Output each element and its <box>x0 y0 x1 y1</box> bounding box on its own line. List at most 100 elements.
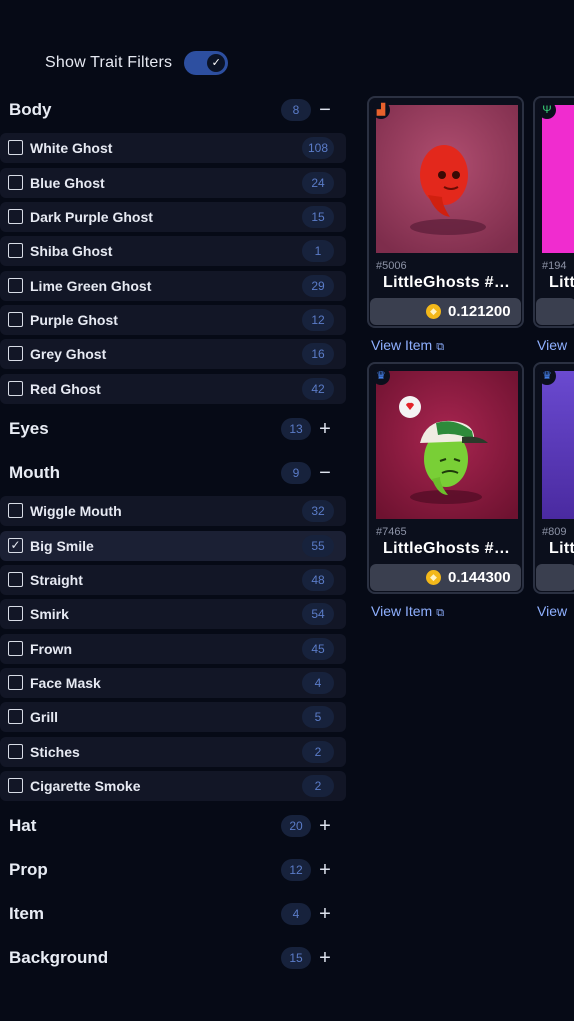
expand-icon[interactable]: + <box>316 947 334 969</box>
view-item-link[interactable]: View <box>537 337 567 353</box>
view-item-link[interactable]: View Item ⧉ <box>371 603 444 620</box>
trait-checkbox-checked[interactable]: ✓ <box>8 538 23 553</box>
trait-row[interactable]: Blue Ghost 24 <box>0 168 346 198</box>
card-title: Litt <box>549 274 574 291</box>
toggle-label: Show Trait Filters <box>45 53 173 71</box>
trait-row[interactable]: Face Mask 4 <box>0 668 346 698</box>
trait-row[interactable]: Lime Green Ghost 29 <box>0 271 346 301</box>
trait-row[interactable]: Smirk 54 <box>0 599 346 629</box>
view-item-label: View Item <box>371 337 433 353</box>
price-bar <box>536 298 574 325</box>
trait-name: Frown <box>30 641 72 657</box>
view-item-label: View Item <box>371 603 433 619</box>
trait-row[interactable]: Grill 5 <box>0 702 346 732</box>
trait-count-badge: 55 <box>302 535 334 557</box>
rarity-badge-icon: ♛ <box>538 367 556 385</box>
trait-name: Wiggle Mouth <box>30 503 122 519</box>
group-header-background[interactable]: Background 15 + <box>0 941 346 975</box>
trait-name: Straight <box>30 572 83 588</box>
trait-count-badge: 16 <box>302 343 334 365</box>
trait-row[interactable]: White Ghost 108 <box>0 133 346 163</box>
trait-count-badge: 29 <box>302 275 334 297</box>
external-link-icon: ⧉ <box>436 341 445 353</box>
group-header-item[interactable]: Item 4 + <box>0 897 346 931</box>
trait-checkbox[interactable] <box>8 312 23 327</box>
trait-count-badge: 45 <box>302 638 334 660</box>
trait-count-badge: 15 <box>302 206 334 228</box>
nft-image <box>542 105 574 253</box>
price-bar: ◆ 0.121200 <box>370 298 521 325</box>
group-header-prop[interactable]: Prop 12 + <box>0 853 346 887</box>
trait-checkbox[interactable] <box>8 209 23 224</box>
trait-row[interactable]: Cigarette Smoke 2 <box>0 771 346 801</box>
trait-checkbox[interactable] <box>8 175 23 190</box>
view-item-link[interactable]: View <box>537 603 567 619</box>
group-header-eyes[interactable]: Eyes 13 + <box>0 412 346 446</box>
expand-icon[interactable]: + <box>316 418 334 440</box>
group-name: Item <box>9 904 44 923</box>
collapse-icon[interactable]: − <box>316 462 334 484</box>
trait-checkbox[interactable] <box>8 778 23 793</box>
group-name: Mouth <box>9 463 60 482</box>
nft-card-partial[interactable]: Ψ #194 Litt <box>533 96 574 328</box>
nft-card[interactable]: ♛ #7465 LittleGhosts #7465 ◆ 0.144300 <box>367 362 524 594</box>
view-item-link[interactable]: View Item ⧉ <box>371 337 444 354</box>
trait-count-badge: 54 <box>302 603 334 625</box>
nft-card-partial[interactable]: ♛ #809 Litt <box>533 362 574 594</box>
trait-checkbox[interactable] <box>8 381 23 396</box>
trait-row[interactable]: Grey Ghost 16 <box>0 339 346 369</box>
price-value: 0.121200 <box>448 303 511 320</box>
price-bar: ◆ 0.144300 <box>370 564 521 591</box>
nft-card[interactable]: ▟ #5006 LittleGhosts #5006 ◆ 0.121200 <box>367 96 524 328</box>
trait-row[interactable]: Straight 48 <box>0 565 346 595</box>
group-header-hat[interactable]: Hat 20 + <box>0 809 346 843</box>
group-header-body[interactable]: Body 8 − <box>0 93 346 127</box>
trait-count-badge: 1 <box>302 240 334 262</box>
trait-checkbox[interactable] <box>8 572 23 587</box>
nft-image <box>376 371 518 519</box>
rarity-badge-icon: Ψ <box>538 101 556 119</box>
token-id: #7465 <box>376 526 407 538</box>
group-count-badge: 13 <box>281 418 311 440</box>
trait-name: Grey Ghost <box>30 346 107 362</box>
group-header-mouth[interactable]: Mouth 9 − <box>0 456 346 490</box>
trait-checkbox[interactable] <box>8 744 23 759</box>
expand-icon[interactable]: + <box>316 903 334 925</box>
trait-row[interactable]: Stiches 2 <box>0 737 346 767</box>
trait-name: Big Smile <box>30 538 94 554</box>
trait-row[interactable]: Red Ghost 42 <box>0 374 346 404</box>
collapse-icon[interactable]: − <box>316 99 334 121</box>
group-count-badge: 15 <box>281 947 311 969</box>
trait-row[interactable]: Purple Ghost 12 <box>0 305 346 335</box>
card-title: Litt <box>549 540 574 557</box>
trait-checkbox[interactable] <box>8 675 23 690</box>
trait-checkbox[interactable] <box>8 606 23 621</box>
group-name: Hat <box>9 816 37 835</box>
trait-row[interactable]: Frown 45 <box>0 634 346 664</box>
trait-count-badge: 2 <box>302 741 334 763</box>
trait-checkbox[interactable] <box>8 140 23 155</box>
trait-checkbox[interactable] <box>8 709 23 724</box>
card-title: LittleGhosts #7465 <box>383 540 515 557</box>
trait-row[interactable]: Dark Purple Ghost 15 <box>0 202 346 232</box>
expand-icon[interactable]: + <box>316 815 334 837</box>
trait-checkbox[interactable] <box>8 503 23 518</box>
trait-row[interactable]: Wiggle Mouth 32 <box>0 496 346 526</box>
token-id: #194 <box>542 260 567 272</box>
expand-icon[interactable]: + <box>316 859 334 881</box>
trait-row[interactable]: ✓ Big Smile 55 <box>0 531 346 561</box>
trait-row[interactable]: Shiba Ghost 1 <box>0 236 346 266</box>
trait-checkbox[interactable] <box>8 346 23 361</box>
trait-count-badge: 32 <box>302 500 334 522</box>
group-count-badge: 8 <box>281 99 311 121</box>
trait-checkbox[interactable] <box>8 278 23 293</box>
bnb-coin-icon: ◆ <box>426 304 441 319</box>
trait-name: Purple Ghost <box>30 312 118 328</box>
trait-name: Dark Purple Ghost <box>30 209 153 225</box>
rarity-badge-icon: ♛ <box>372 367 390 385</box>
trait-checkbox[interactable] <box>8 641 23 656</box>
view-item-label: View <box>537 603 568 619</box>
group-name: Body <box>9 100 52 119</box>
trait-checkbox[interactable] <box>8 243 23 258</box>
show-trait-filters-toggle[interactable]: ✓ <box>184 50 229 75</box>
